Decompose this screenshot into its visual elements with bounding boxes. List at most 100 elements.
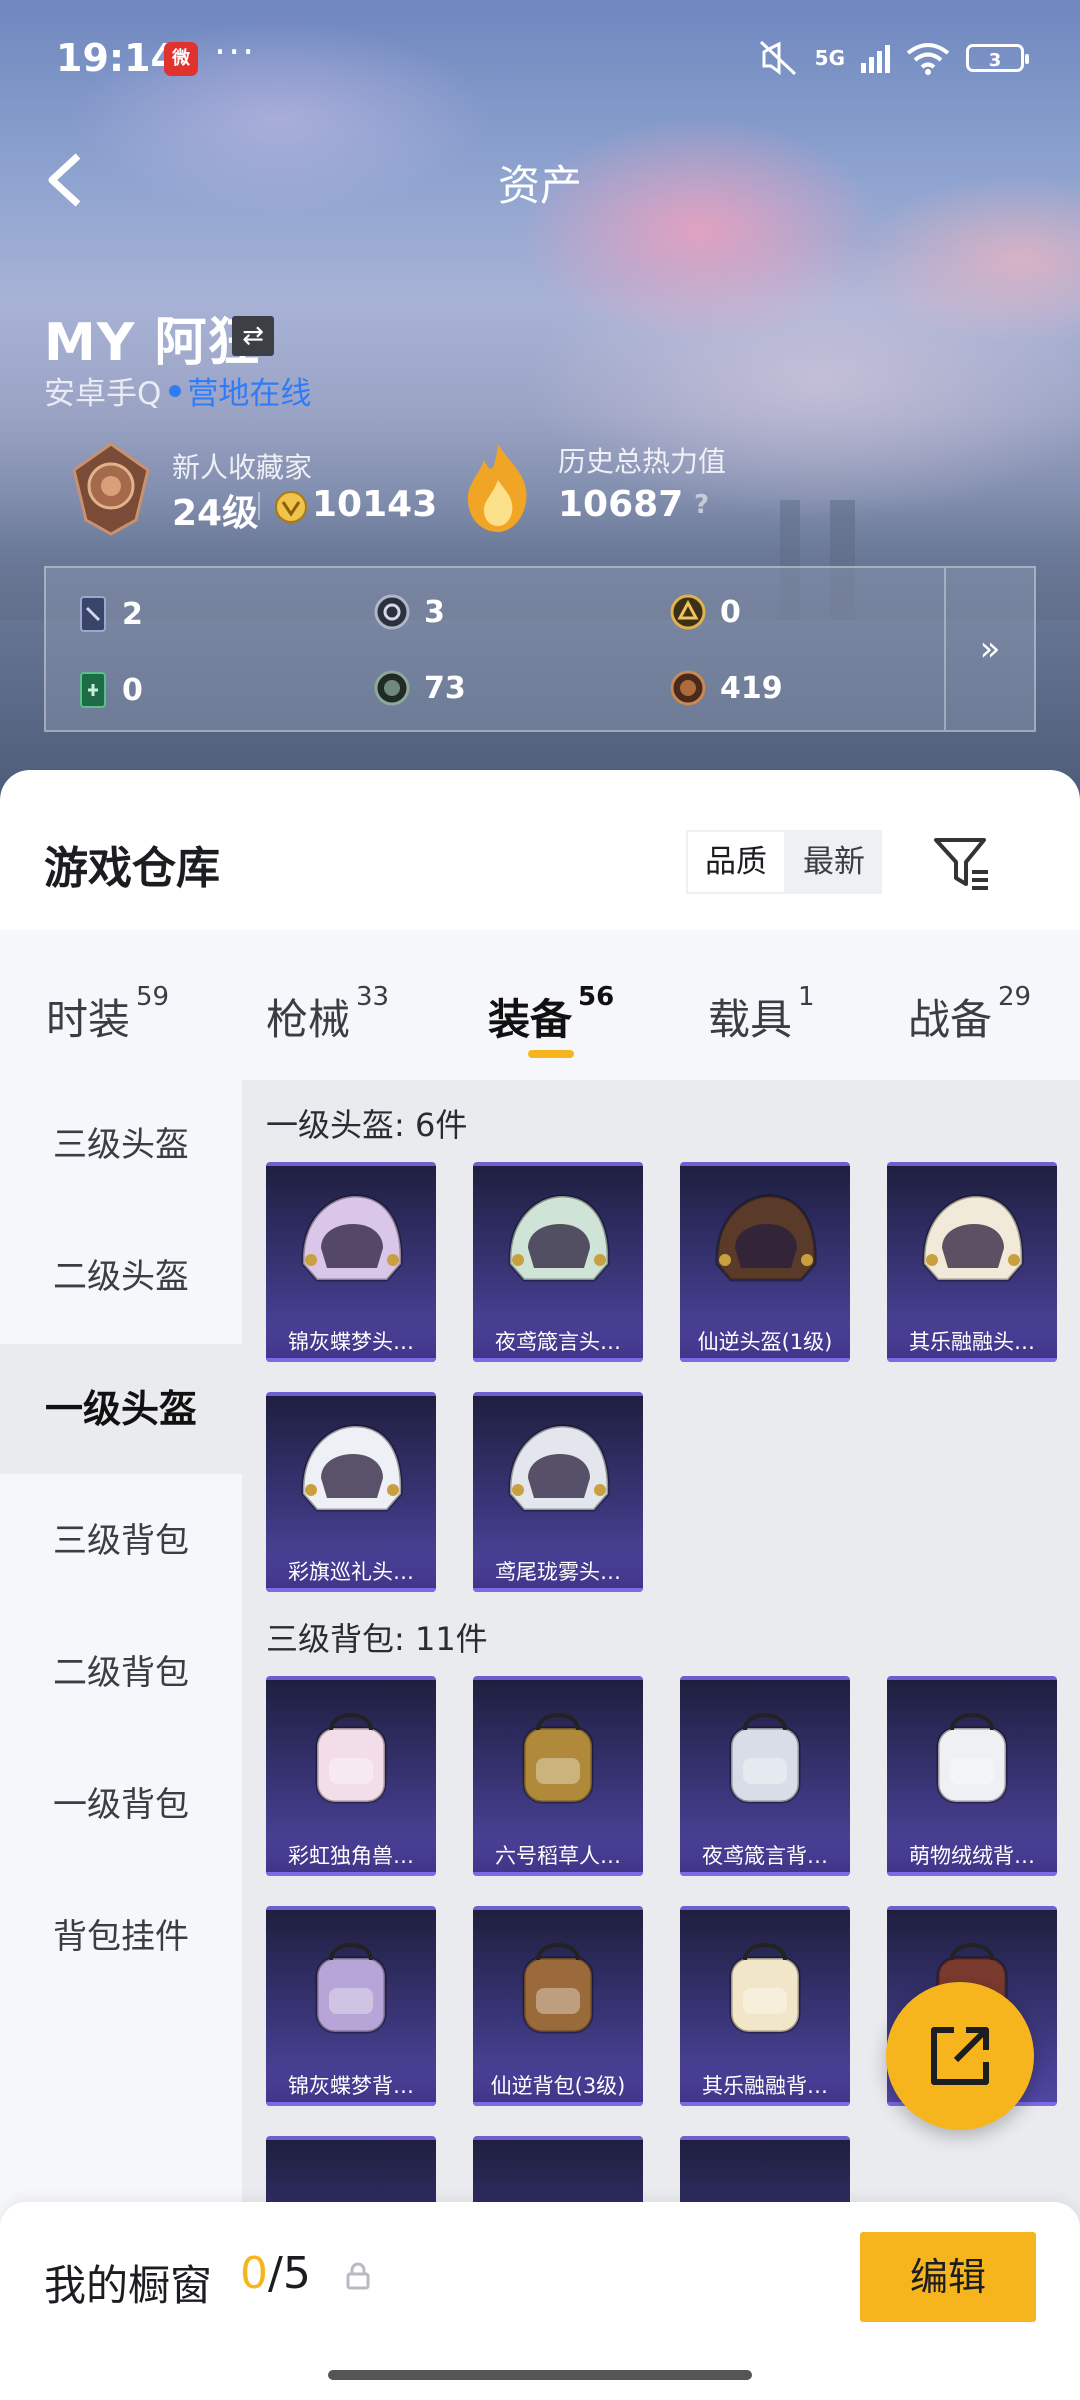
item-card[interactable]: 仙逆头盔(1级) <box>680 1162 850 1362</box>
edit-button[interactable]: 编辑 <box>860 2232 1036 2322</box>
item-label: 锦灰蝶梦头… <box>266 1322 436 1362</box>
currency-value: 419 <box>720 670 783 706</box>
item-card[interactable]: 夜鸢箴言背… <box>680 1676 850 1876</box>
active-tab-indicator <box>528 1050 574 1058</box>
status-bar: 19:14 微 ··· 5G 3 <box>0 0 1080 120</box>
help-icon[interactable]: ? <box>694 490 709 520</box>
item-card[interactable]: 锦灰蝶梦背… <box>266 1906 436 2106</box>
currency-value: 0 <box>720 594 741 630</box>
signal-icon <box>861 43 890 73</box>
showcase-title: 我的橱窗 <box>44 2261 213 2310</box>
section-title: 一级头盔: 6件 <box>266 1106 468 1144</box>
item-card[interactable]: 彩旗巡礼头… <box>266 1392 436 1592</box>
tab-guns[interactable]: 枪械 33 <box>266 930 389 1080</box>
rarity-bar <box>266 1872 436 1876</box>
item-label: 其乐融融头… <box>887 1322 1057 1362</box>
rarity-bar <box>887 1358 1057 1362</box>
currency-value: 2 <box>122 596 143 632</box>
tab-count: 56 <box>578 982 615 1012</box>
item-card[interactable]: 其乐融融背… <box>680 1906 850 2106</box>
currency-item: 0 <box>78 670 143 710</box>
backpack-icon <box>315 1713 387 1804</box>
tab-fashion[interactable]: 时装 59 <box>46 930 169 1080</box>
sidebar-item-backpack-1[interactable]: 一级背包 <box>0 1740 242 1870</box>
item-card[interactable]: 其乐融融头… <box>887 1162 1057 1362</box>
item-card[interactable]: 夜鸢箴言头… <box>473 1162 643 1362</box>
sort-option-quality[interactable]: 品质 <box>686 830 786 894</box>
tab-label: 战备 <box>908 995 993 1044</box>
player-name: MY 阿狂 <box>44 313 261 373</box>
item-card[interactable]: 鸢尾珑雾头… <box>473 1392 643 1592</box>
share-icon <box>931 2027 989 2085</box>
backpack-icon <box>729 1943 801 2034</box>
rarity-bar <box>266 2102 436 2106</box>
home-indicator[interactable] <box>328 2370 752 2380</box>
item-label: 夜鸢箴言背… <box>680 1836 850 1876</box>
silver-coin-icon <box>374 594 410 630</box>
more-notifications-icon: ··· <box>214 30 257 74</box>
tab-gear[interactable]: 战备 29 <box>908 930 1031 1080</box>
collector-medal-icon[interactable] <box>68 442 154 536</box>
coin-value: 10143 <box>312 484 438 525</box>
mute-icon <box>759 40 796 76</box>
backpack-icon <box>729 1713 801 1804</box>
lock-icon <box>346 2262 370 2290</box>
rarity-bar <box>887 1872 1057 1876</box>
currency-panel: 2 3 0 0 73 419 » <box>44 566 1036 732</box>
rank-title: 新人收藏家 <box>172 451 313 484</box>
item-label: 萌物绒绒背… <box>887 1836 1057 1876</box>
item-card[interactable]: 仙逆背包(3级) <box>473 1906 643 2106</box>
item-label: 锦灰蝶梦背… <box>266 2066 436 2106</box>
tab-count: 1 <box>798 982 815 1012</box>
item-card[interactable]: 六号稻草人… <box>473 1676 643 1876</box>
currency-item: 2 <box>78 594 143 634</box>
item-card[interactable]: 萌物绒绒背… <box>887 1676 1057 1876</box>
sidebar-item-backpack-3[interactable]: 三级背包 <box>0 1476 242 1606</box>
card-icon <box>80 596 106 632</box>
tab-count: 33 <box>356 982 390 1012</box>
section-title: 三级背包: 11件 <box>266 1620 488 1658</box>
helmet-icon <box>508 1424 610 1512</box>
heat-title: 历史总热力值 <box>558 445 727 478</box>
sidebar-item-helmet-2[interactable]: 二级头盔 <box>0 1212 242 1342</box>
tab-count: 29 <box>998 982 1032 1012</box>
rarity-bar <box>473 1872 643 1876</box>
currency-value: 3 <box>424 594 445 630</box>
sort-option-newest[interactable]: 最新 <box>786 830 882 894</box>
heat-flame-icon[interactable] <box>460 440 536 536</box>
switch-account-icon[interactable]: ⇄ <box>232 316 274 356</box>
item-label: 夜鸢箴言头… <box>473 1322 643 1362</box>
item-card[interactable]: 锦灰蝶梦头… <box>266 1162 436 1362</box>
network-type: 5G <box>814 46 845 70</box>
sidebar-item-helmet-3[interactable]: 三级头盔 <box>0 1080 242 1210</box>
rarity-bar <box>473 2102 643 2106</box>
rarity-bar <box>266 1588 436 1592</box>
tab-label: 载具 <box>708 995 793 1044</box>
tab-vehicles[interactable]: 载具 1 <box>708 930 815 1080</box>
item-card[interactable]: 彩虹独角兽… <box>266 1676 436 1876</box>
sidebar-item-helmet-1[interactable]: 一级头盔 <box>0 1344 242 1474</box>
showcase-current: 0 <box>240 2248 268 2299</box>
sidebar-item-backpack-charm[interactable]: 背包挂件 <box>0 1872 242 2002</box>
player-platform-row: 安卓手Q 营地在线 <box>44 368 311 413</box>
share-button[interactable] <box>886 1982 1034 2130</box>
sort-toggle: 品质 最新 <box>686 830 882 894</box>
currency-item: 3 <box>374 594 445 630</box>
warehouse-sheet: 游戏仓库 品质 最新 时装 59 枪械 33 装备 56 载具 1 战备 29 三级头盔 … <box>0 770 1080 2400</box>
rarity-bar <box>680 2102 850 2106</box>
currency-value: 73 <box>424 670 466 706</box>
rarity-bar <box>266 1358 436 1362</box>
dark-coin-icon <box>374 670 410 706</box>
currency-item: 419 <box>670 670 783 706</box>
rarity-bar <box>680 1358 850 1362</box>
expand-currencies-button[interactable]: » <box>944 568 1034 730</box>
filter-icon[interactable] <box>932 834 992 894</box>
showcase-count: 0/5 <box>240 2248 311 2299</box>
currency-item: 73 <box>374 670 466 706</box>
item-label: 彩虹独角兽… <box>266 1836 436 1876</box>
helmet-icon <box>715 1194 817 1282</box>
rarity-bar <box>473 1588 643 1592</box>
heat-value: 10687 <box>558 484 684 525</box>
item-label: 彩旗巡礼头… <box>266 1552 436 1592</box>
sidebar-item-backpack-2[interactable]: 二级背包 <box>0 1608 242 1738</box>
